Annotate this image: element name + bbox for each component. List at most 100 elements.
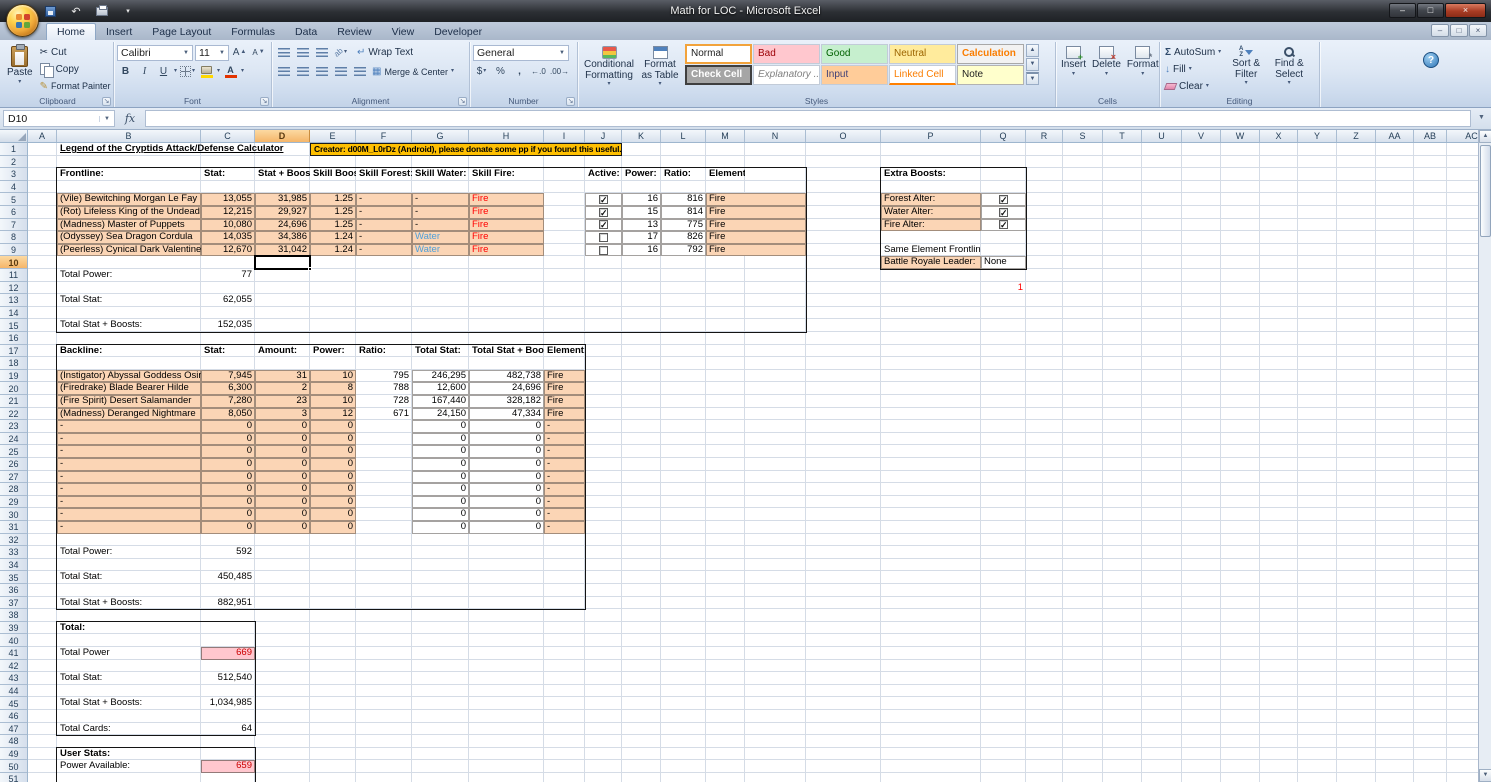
cell-F20[interactable]: 788 [356, 382, 412, 395]
row-header-10[interactable]: 10 [0, 256, 27, 269]
fill-color-dropdown-icon[interactable]: ▾ [217, 69, 220, 74]
tab-page-layout[interactable]: Page Layout [142, 24, 221, 40]
number-format-dropdown-icon[interactable]: ▼ [555, 50, 565, 56]
cell-G7[interactable]: - [412, 219, 469, 232]
water-alter-checkbox[interactable]: ✓ [981, 206, 1026, 219]
cell-I20[interactable]: Fire [544, 382, 585, 395]
cell-B47[interactable]: Total Cards: [57, 723, 201, 736]
cell-H25[interactable]: 0 [469, 445, 544, 458]
row-header-44[interactable]: 44 [0, 685, 27, 698]
cell-C21[interactable]: 7,280 [201, 395, 255, 408]
cell-F9[interactable]: - [356, 244, 412, 257]
cell-P3[interactable]: Extra Boosts: [881, 168, 981, 181]
row-header-35[interactable]: 35 [0, 571, 27, 584]
cell-L3[interactable]: Ratio: [661, 168, 706, 181]
cell-B35[interactable]: Total Stat: [57, 571, 201, 584]
formula-bar-expand-icon[interactable]: ▼ [1475, 110, 1488, 127]
row-header-2[interactable]: 2 [0, 156, 27, 169]
row-header-48[interactable]: 48 [0, 735, 27, 748]
column-header-z[interactable]: Z [1337, 130, 1376, 143]
cell-C7[interactable]: 10,080 [201, 219, 255, 232]
cell-B13[interactable]: Total Stat: [57, 294, 201, 307]
font-family-select[interactable]: Calibri▼ [117, 45, 193, 61]
cell-B9[interactable]: (Peerless) Cynical Dark Valentine [57, 244, 201, 257]
cell-I22[interactable]: Fire [544, 408, 585, 421]
row-header-38[interactable]: 38 [0, 609, 27, 622]
format-painter-button[interactable]: ✎Format Painter [38, 78, 113, 94]
row-header-1[interactable]: 1 [0, 143, 27, 156]
cell-D24[interactable]: 0 [255, 433, 310, 446]
cell-P7[interactable]: Fire Alter: [881, 219, 981, 232]
accounting-format-button[interactable]: $▾ [473, 64, 490, 80]
cell-I19[interactable]: Fire [544, 370, 585, 383]
total-power-value[interactable]: 669 [201, 647, 255, 660]
row-header-43[interactable]: 43 [0, 672, 27, 685]
cell-H3[interactable]: Skill Fire: [469, 168, 544, 181]
cell-style-bad[interactable]: Bad [753, 44, 820, 64]
cell-E28[interactable]: 0 [310, 483, 356, 496]
cell-Q10[interactable]: None [981, 256, 1026, 269]
row-header-22[interactable]: 22 [0, 408, 27, 421]
cell-B39[interactable]: Total: [57, 622, 201, 635]
column-header-r[interactable]: R [1026, 130, 1063, 143]
paste-button[interactable]: Paste ▾ [5, 44, 35, 94]
help-button[interactable]: ? [1423, 52, 1439, 68]
row-header-23[interactable]: 23 [0, 420, 27, 433]
cell-C11[interactable]: 77 [201, 269, 255, 282]
cell-E22[interactable]: 12 [310, 408, 356, 421]
column-header-x[interactable]: X [1260, 130, 1298, 143]
column-header-a[interactable]: A [28, 130, 57, 143]
cell-style-normal[interactable]: Normal [685, 44, 752, 64]
workbook-minimize-button[interactable]: – [1431, 24, 1449, 37]
number-dialog-launcher[interactable]: ↘ [566, 97, 575, 106]
tab-review[interactable]: Review [327, 24, 381, 40]
increase-indent-button[interactable] [351, 64, 368, 80]
cell-style-check-cell[interactable]: Check Cell [685, 65, 752, 85]
cell-E6[interactable]: 1.25 [310, 206, 356, 219]
cell-B43[interactable]: Total Stat: [57, 672, 201, 685]
font-color-dropdown-icon[interactable]: ▾ [241, 69, 244, 74]
cell-G8[interactable]: Water [412, 231, 469, 244]
align-bottom-button[interactable] [313, 45, 330, 61]
row-header-29[interactable]: 29 [0, 496, 27, 509]
bold-button[interactable]: B [117, 64, 134, 80]
clipboard-dialog-launcher[interactable]: ↘ [102, 97, 111, 106]
cell-Q12[interactable]: 1 [981, 282, 1026, 295]
column-header-p[interactable]: P [881, 130, 981, 143]
cell-C47[interactable]: 64 [201, 723, 255, 736]
cell-H31[interactable]: 0 [469, 521, 544, 534]
active-checkbox-row5[interactable]: ✓ [585, 193, 622, 206]
column-header-c[interactable]: C [201, 130, 255, 143]
cell-E3[interactable]: Skill Boost: [310, 168, 356, 181]
cell-F19[interactable]: 795 [356, 370, 412, 383]
row-header-19[interactable]: 19 [0, 370, 27, 383]
copy-button[interactable]: Copy [38, 61, 113, 77]
column-header-u[interactable]: U [1142, 130, 1182, 143]
underline-dropdown-icon[interactable]: ▾ [174, 69, 177, 74]
column-header-g[interactable]: G [412, 130, 469, 143]
cell-C28[interactable]: 0 [201, 483, 255, 496]
align-top-button[interactable] [275, 45, 292, 61]
cell-D17[interactable]: Amount: [255, 345, 310, 358]
cell-D25[interactable]: 0 [255, 445, 310, 458]
sort-filter-button[interactable]: AZ Sort & Filter▾ [1226, 44, 1266, 94]
active-checkbox-row6[interactable]: ✓ [585, 206, 622, 219]
cell-D29[interactable]: 0 [255, 496, 310, 509]
cell-G6[interactable]: - [412, 206, 469, 219]
tab-home[interactable]: Home [46, 23, 96, 40]
cell-E8[interactable]: 1.24 [310, 231, 356, 244]
cell-M8[interactable]: Fire [706, 231, 806, 244]
row-header-46[interactable]: 46 [0, 710, 27, 723]
cell-C5[interactable]: 13,055 [201, 193, 255, 206]
font-color-button[interactable]: A [222, 64, 239, 80]
grow-font-button[interactable]: A▲ [231, 45, 248, 61]
cell-K3[interactable]: Power: [622, 168, 661, 181]
cell-D31[interactable]: 0 [255, 521, 310, 534]
row-header-17[interactable]: 17 [0, 345, 27, 358]
column-header-k[interactable]: K [622, 130, 661, 143]
row-header-47[interactable]: 47 [0, 723, 27, 736]
cell-I29[interactable]: - [544, 496, 585, 509]
cell-D23[interactable]: 0 [255, 420, 310, 433]
fill-button[interactable]: ↓Fill▾ [1163, 61, 1223, 77]
cell-F3[interactable]: Skill Forest: [356, 168, 412, 181]
